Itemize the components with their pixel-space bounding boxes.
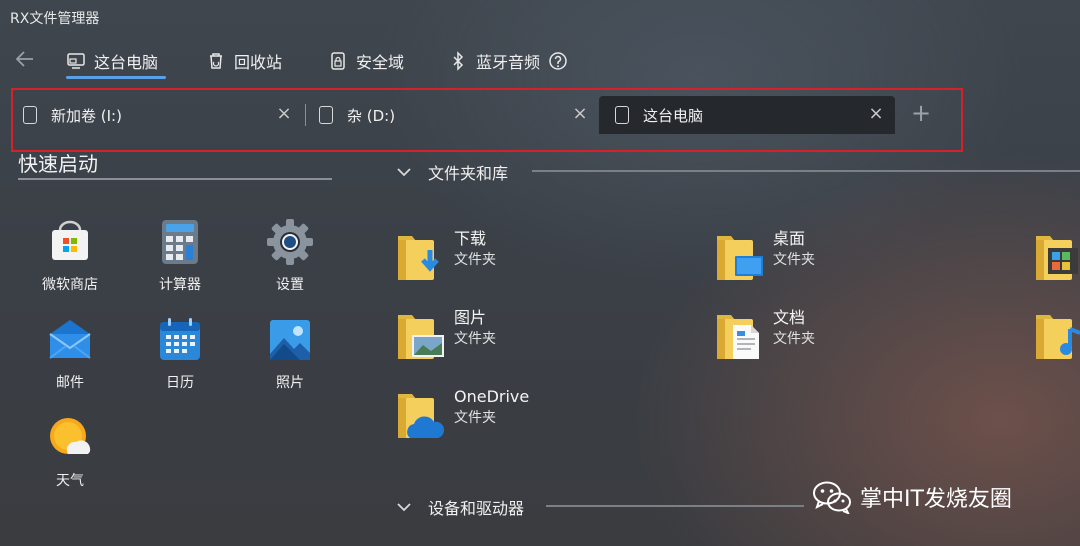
calculator-icon	[156, 218, 204, 266]
app-ms-store[interactable]: 微软商店	[30, 218, 110, 294]
nav-item-secure-area[interactable]: 安全域	[328, 48, 404, 74]
folder-videos-partial[interactable]	[1034, 228, 1080, 284]
drive-tab-icon	[319, 106, 333, 124]
chevron-down-icon	[397, 168, 411, 177]
active-tab-indicator	[66, 76, 166, 79]
folder-pictures[interactable]: 图片 文件夹	[396, 307, 496, 363]
folder-type: 文件夹	[773, 331, 815, 347]
folder-type: 文件夹	[454, 410, 496, 426]
app-mail[interactable]: 邮件	[30, 316, 110, 392]
nav-item-recycle-bin[interactable]: 回收站	[206, 48, 282, 74]
folder-downloads[interactable]: 下载 文件夹	[396, 228, 496, 284]
wechat-icon	[813, 481, 851, 514]
ms-store-icon	[46, 218, 94, 266]
app-calculator[interactable]: 计算器	[140, 218, 220, 294]
app-weather[interactable]: 天气	[30, 414, 110, 490]
nav-label: 蓝牙音频	[476, 53, 541, 72]
section-folders-header[interactable]: 文件夹和库	[396, 160, 508, 184]
help-icon[interactable]	[548, 51, 568, 71]
section-divider	[532, 170, 1080, 172]
close-icon[interactable]: ×	[571, 105, 589, 123]
tab-strip-highlight: 新加卷 (I:) × 杂 (D:) × 这台电脑 × +	[11, 88, 963, 152]
folder-music-partial[interactable]	[1034, 307, 1080, 363]
app-photos[interactable]: 照片	[250, 316, 330, 392]
app-settings[interactable]: 设置	[250, 218, 330, 294]
app-label: 照片	[276, 375, 304, 391]
folder-type: 文件夹	[454, 252, 496, 268]
tab-label: 杂 (D:)	[347, 106, 396, 125]
add-tab-icon[interactable]: +	[910, 101, 932, 125]
section-devices-header[interactable]: 设备和驱动器	[396, 495, 524, 519]
folder-type: 文件夹	[773, 252, 815, 268]
tab-this-pc[interactable]: 这台电脑 ×	[599, 96, 895, 134]
nav-item-bluetooth-audio[interactable]: 蓝牙音频	[448, 48, 568, 74]
documents-folder-icon	[715, 307, 763, 363]
secure-area-icon	[331, 52, 345, 70]
folder-desktop[interactable]: 桌面 文件夹	[715, 228, 815, 284]
app-label: 微软商店	[42, 277, 98, 293]
app-label: 日历	[166, 375, 194, 391]
photos-icon	[266, 316, 314, 364]
onedrive-folder-icon	[396, 386, 445, 442]
recycle-bin-icon	[210, 53, 222, 69]
app-calendar[interactable]: 日历	[140, 316, 220, 392]
downloads-folder-icon	[396, 228, 444, 284]
desktop-folder-icon	[715, 228, 763, 284]
watermark: 掌中IT发烧友圈	[812, 480, 1012, 514]
section-title: 设备和驱动器	[428, 499, 525, 518]
folder-documents[interactable]: 文档 文件夹	[715, 307, 815, 363]
settings-gear-icon	[266, 218, 314, 266]
mail-icon	[46, 316, 94, 364]
drive-tab-icon	[23, 106, 37, 124]
folder-name: 桌面	[773, 229, 806, 248]
bluetooth-icon	[453, 51, 464, 71]
tab-drive-i[interactable]: 新加卷 (I:) ×	[23, 96, 303, 134]
quick-launch-divider	[18, 178, 332, 180]
section-title: 文件夹和库	[428, 164, 509, 183]
chevron-down-icon	[397, 503, 411, 512]
tab-divider	[305, 104, 306, 126]
nav-label: 这台电脑	[94, 53, 159, 72]
app-label: 设置	[276, 277, 304, 293]
pictures-folder-icon	[396, 307, 444, 363]
close-icon[interactable]: ×	[275, 105, 293, 123]
calendar-icon	[156, 316, 204, 364]
tab-label: 新加卷 (I:)	[51, 106, 122, 125]
folder-name: 图片	[454, 308, 487, 327]
tab-drive-d[interactable]: 杂 (D:) ×	[319, 96, 599, 134]
nav-label: 回收站	[234, 53, 283, 72]
videos-folder-icon	[1034, 228, 1080, 284]
app-label: 天气	[56, 473, 84, 489]
back-arrow-icon[interactable]	[12, 48, 38, 74]
app-label: 计算器	[159, 277, 201, 293]
close-icon[interactable]: ×	[867, 105, 885, 123]
folder-name: 文档	[773, 308, 806, 327]
nav-label: 安全域	[356, 53, 405, 72]
section-divider	[546, 505, 804, 507]
drive-tab-icon	[615, 106, 629, 124]
window-title: RX文件管理器	[10, 11, 100, 27]
app-label: 邮件	[56, 375, 84, 391]
folder-type: 文件夹	[454, 331, 496, 347]
watermark-text: 掌中IT发烧友圈	[860, 487, 1012, 512]
folder-onedrive[interactable]: OneDrive 文件夹	[396, 386, 529, 442]
nav-item-this-pc[interactable]: 这台电脑	[66, 48, 158, 74]
music-folder-icon	[1034, 307, 1080, 363]
weather-icon	[46, 414, 94, 462]
navigation-bar: 这台电脑 回收站 安全域 蓝牙音频	[0, 44, 700, 79]
this-pc-icon	[67, 53, 85, 69]
tab-label: 这台电脑	[643, 106, 704, 125]
folder-name: 下载	[454, 229, 487, 248]
quick-launch-title: 快速启动	[18, 152, 98, 176]
folder-name: OneDrive	[454, 387, 530, 406]
